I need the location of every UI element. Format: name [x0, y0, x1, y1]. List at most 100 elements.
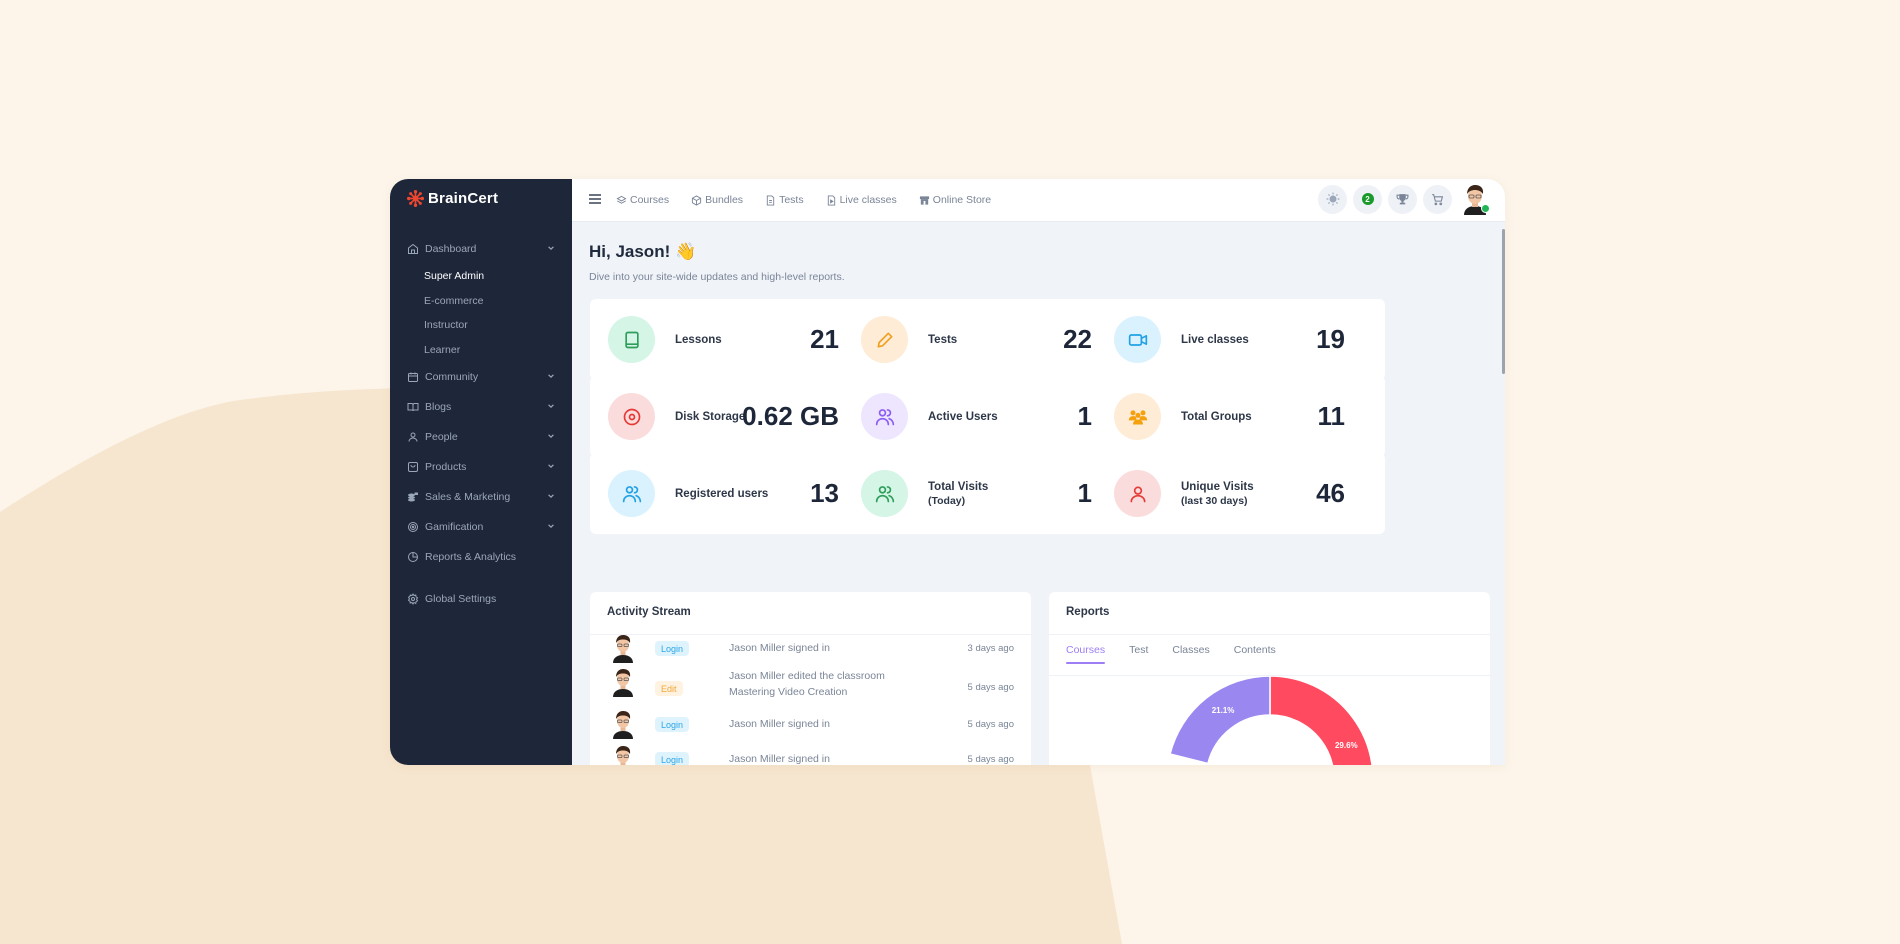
stat-card-live-classes[interactable]: Live classes 19: [1096, 299, 1385, 380]
tab-contents[interactable]: Contents: [1234, 644, 1276, 664]
sidebar-item-label: Reports & Analytics: [425, 551, 517, 563]
activity-row[interactable]: Login Jason Miller signed in 5 days ago: [590, 711, 1031, 746]
stat-card-tests[interactable]: Tests 22: [843, 299, 1132, 380]
activity-row[interactable]: Edit Jason Miller edited the classroom M…: [590, 667, 1031, 704]
home-icon: [407, 243, 419, 255]
sidebar-subitem-ecommerce[interactable]: E-commerce: [390, 289, 572, 314]
theme-toggle-button[interactable]: [1318, 184, 1347, 214]
top-nav: Courses Bundles Tests Live classes Onlin…: [616, 179, 991, 221]
file-icon: [766, 194, 775, 206]
sidebar-subitem-learner[interactable]: Learner: [390, 338, 572, 363]
tab-courses[interactable]: Courses: [1066, 644, 1106, 664]
sidebar-subitem-super-admin[interactable]: Super Admin: [390, 264, 572, 289]
sidebar-item-products[interactable]: Products: [390, 452, 572, 482]
stat-card-total-visits[interactable]: Total Visits (Today) 1: [843, 453, 1132, 534]
stat-label: Unique Visits: [1181, 480, 1254, 493]
brand-logo[interactable]: BrainCert: [407, 190, 498, 207]
sidebar-item-label: Dashboard: [425, 243, 477, 255]
page-subtitle: Dive into your site-wide updates and hig…: [589, 271, 845, 283]
pie-chart-icon: [407, 551, 419, 563]
activity-type-badge: Login: [655, 717, 690, 732]
activity-row[interactable]: Login Jason Miller signed in 3 days ago: [590, 635, 1031, 670]
achievements-button[interactable]: [1388, 184, 1417, 214]
sidebar-item-people[interactable]: People: [390, 422, 572, 452]
sidebar-item-reports-analytics[interactable]: Reports & Analytics: [390, 542, 572, 572]
stat-label: Disk Storage: [675, 410, 746, 423]
cart-icon: [1432, 193, 1444, 205]
braincert-logo-icon: [407, 190, 424, 207]
avatar: [610, 667, 636, 697]
stat-value: 46: [1316, 478, 1345, 508]
brand-name: BrainCert: [428, 190, 499, 207]
trophy-icon: [1396, 193, 1409, 204]
scrollbar[interactable]: [1502, 229, 1505, 374]
group-icon: [1114, 393, 1161, 440]
sidebar-item-blogs[interactable]: Blogs: [390, 392, 572, 422]
chevron-down-icon: [548, 374, 554, 379]
book-icon: [608, 316, 655, 363]
online-status-dot: [1481, 204, 1490, 213]
activity-stream-title: Activity Stream: [607, 606, 691, 618]
activity-type-badge: Login: [655, 752, 690, 765]
stat-value: 21: [810, 324, 839, 354]
chevron-down-icon: [548, 494, 554, 499]
stat-label: Active Users: [928, 410, 998, 423]
courses-donut-chart: 29.6% 21.1%: [1169, 676, 1373, 765]
activity-row[interactable]: Login Jason Miller signed in 5 days ago: [590, 746, 1031, 765]
activity-type-badge: Login: [655, 641, 690, 656]
cart-button[interactable]: [1423, 184, 1452, 214]
sidebar-item-label: Sales & Marketing: [425, 491, 511, 503]
topnav-bundles[interactable]: Bundles: [691, 194, 743, 206]
activity-time: 3 days ago: [967, 643, 1014, 654]
gear-icon: [407, 593, 419, 605]
activity-time: 5 days ago: [967, 754, 1014, 765]
activity-text: Jason Miller signed in: [729, 753, 830, 765]
notifications-button[interactable]: 2: [1353, 184, 1382, 214]
sidebar-item-label: Community: [425, 371, 479, 383]
sidebar-item-global-settings[interactable]: Global Settings: [390, 584, 572, 614]
users-icon: [861, 393, 908, 440]
stat-value: 1: [1077, 401, 1092, 431]
top-actions: 2: [1318, 183, 1490, 215]
stat-card-active-users[interactable]: Active Users 1: [843, 376, 1132, 457]
topnav-tests[interactable]: Tests: [765, 194, 804, 206]
reports-title: Reports: [1066, 606, 1110, 618]
user-icon: [1114, 470, 1161, 517]
tab-classes[interactable]: Classes: [1172, 644, 1209, 664]
stat-sublabel: (Today): [928, 494, 966, 507]
sidebar-item-community[interactable]: Community: [390, 362, 572, 392]
stat-card-disk-storage[interactable]: Disk Storage 0.62 GB: [590, 376, 879, 457]
stat-card-total-groups[interactable]: Total Groups 11: [1096, 376, 1385, 457]
sidebar-item-dashboard[interactable]: Dashboard: [390, 234, 572, 264]
donut-slice[interactable]: [1269, 676, 1373, 765]
stat-card-registered-users[interactable]: Registered users 13: [590, 453, 879, 534]
calendar-icon: [407, 371, 419, 383]
target-icon: [407, 521, 419, 533]
topnav-label: Bundles: [705, 194, 744, 206]
app-window: BrainCert Dashboard Super Admin E-commer…: [390, 179, 1505, 765]
pencil-icon: [861, 316, 908, 363]
topnav-live-classes[interactable]: Live classes: [826, 194, 897, 206]
stat-value: 22: [1063, 324, 1092, 354]
stat-value: 1: [1077, 478, 1092, 508]
sidebar-item-sales-marketing[interactable]: Sales & Marketing: [390, 482, 572, 512]
activity-stream-panel: Activity Stream Login Jason Miller signe…: [590, 592, 1031, 765]
activity-time: 5 days ago: [967, 682, 1014, 693]
topnav-online-store[interactable]: Online Store: [919, 194, 991, 206]
tab-test[interactable]: Test: [1129, 644, 1148, 664]
file-video-icon: [827, 194, 835, 206]
sidebar-item-gamification[interactable]: Gamification: [390, 512, 572, 542]
reports-panel: Reports Courses Test Classes Contents 29.6%…: [1049, 592, 1490, 765]
topnav-courses[interactable]: Courses: [616, 194, 669, 206]
donut-slice[interactable]: [1169, 676, 1271, 765]
main-content: Hi, Jason! 👋 Dive into your site-wide up…: [572, 221, 1505, 765]
sidebar-item-label: Global Settings: [425, 593, 497, 605]
shopping-bag-icon: [407, 461, 419, 473]
stat-card-unique-visits[interactable]: Unique Visits (last 30 days) 46: [1096, 453, 1385, 534]
user-avatar[interactable]: [1460, 183, 1490, 215]
hamburger-menu-icon[interactable]: [589, 193, 601, 205]
stat-value: 0.62 GB: [742, 401, 839, 431]
activity-text: Jason Miller signed in: [729, 718, 830, 730]
sidebar-subitem-instructor[interactable]: Instructor: [390, 313, 572, 338]
stat-card-lessons[interactable]: Lessons 21: [590, 299, 879, 380]
